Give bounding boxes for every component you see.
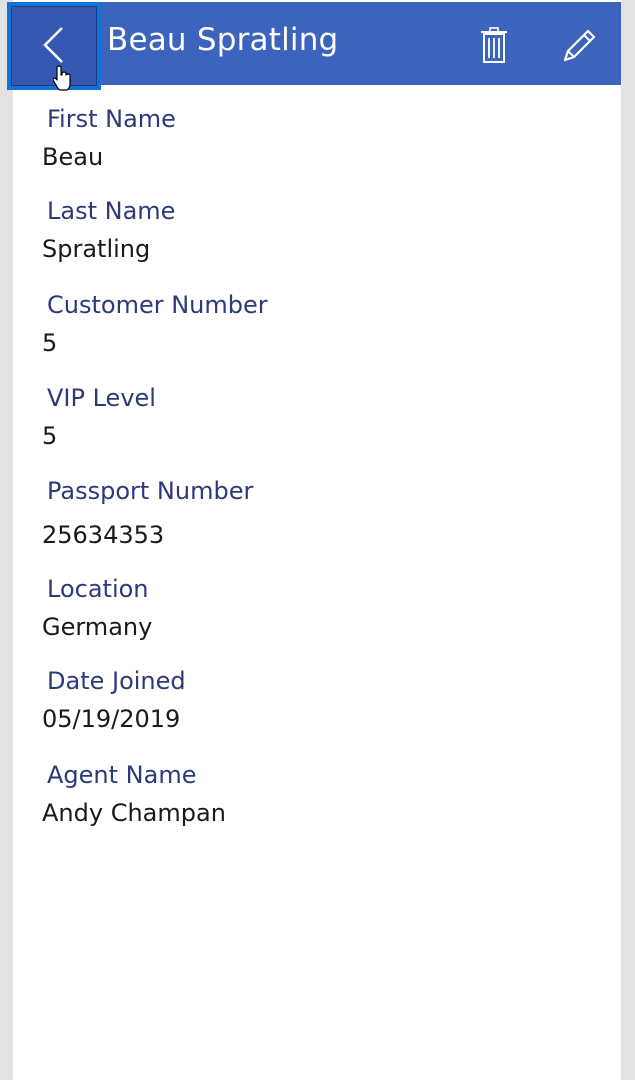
chevron-left-icon [43, 27, 63, 63]
field-value: 05/19/2019 [42, 705, 181, 733]
field-label: Location [47, 575, 149, 603]
field-label: First Name [47, 105, 176, 133]
delete-button[interactable] [479, 27, 509, 65]
field-last-name: Last Name Spratling [42, 197, 602, 263]
page-title: Beau Spratling [107, 22, 339, 58]
field-label: Customer Number [47, 291, 268, 319]
field-passport-number: Passport Number 25634353 [42, 477, 602, 549]
field-value: 5 [42, 422, 58, 450]
edit-button[interactable] [559, 26, 599, 66]
field-first-name: First Name Beau [42, 105, 602, 171]
field-label: Date Joined [47, 667, 186, 695]
field-label: Last Name [47, 197, 176, 225]
detail-screen: Beau Spratling First Name Beau Last Name [7, 0, 621, 1080]
field-value: Spratling [42, 235, 151, 263]
field-agent-name: Agent Name Andy Champan [42, 761, 602, 827]
field-value: Andy Champan [42, 799, 226, 827]
field-date-joined: Date Joined 05/19/2019 [42, 667, 602, 733]
header-bar: Beau Spratling [7, 2, 621, 91]
field-label: Passport Number [47, 477, 254, 505]
field-location: Location Germany [42, 575, 602, 641]
hand-cursor-icon [53, 65, 71, 91]
field-customer-number: Customer Number 5 [42, 291, 602, 357]
field-value: Germany [42, 613, 153, 641]
field-value: 5 [42, 329, 58, 357]
trash-icon [481, 27, 507, 63]
field-value: 25634353 [42, 521, 165, 549]
field-label: VIP Level [47, 384, 156, 412]
field-label: Agent Name [47, 761, 197, 789]
field-value: Beau [42, 143, 104, 171]
back-button[interactable] [7, 2, 101, 91]
field-vip-level: VIP Level 5 [42, 384, 602, 450]
pencil-icon [563, 29, 596, 62]
